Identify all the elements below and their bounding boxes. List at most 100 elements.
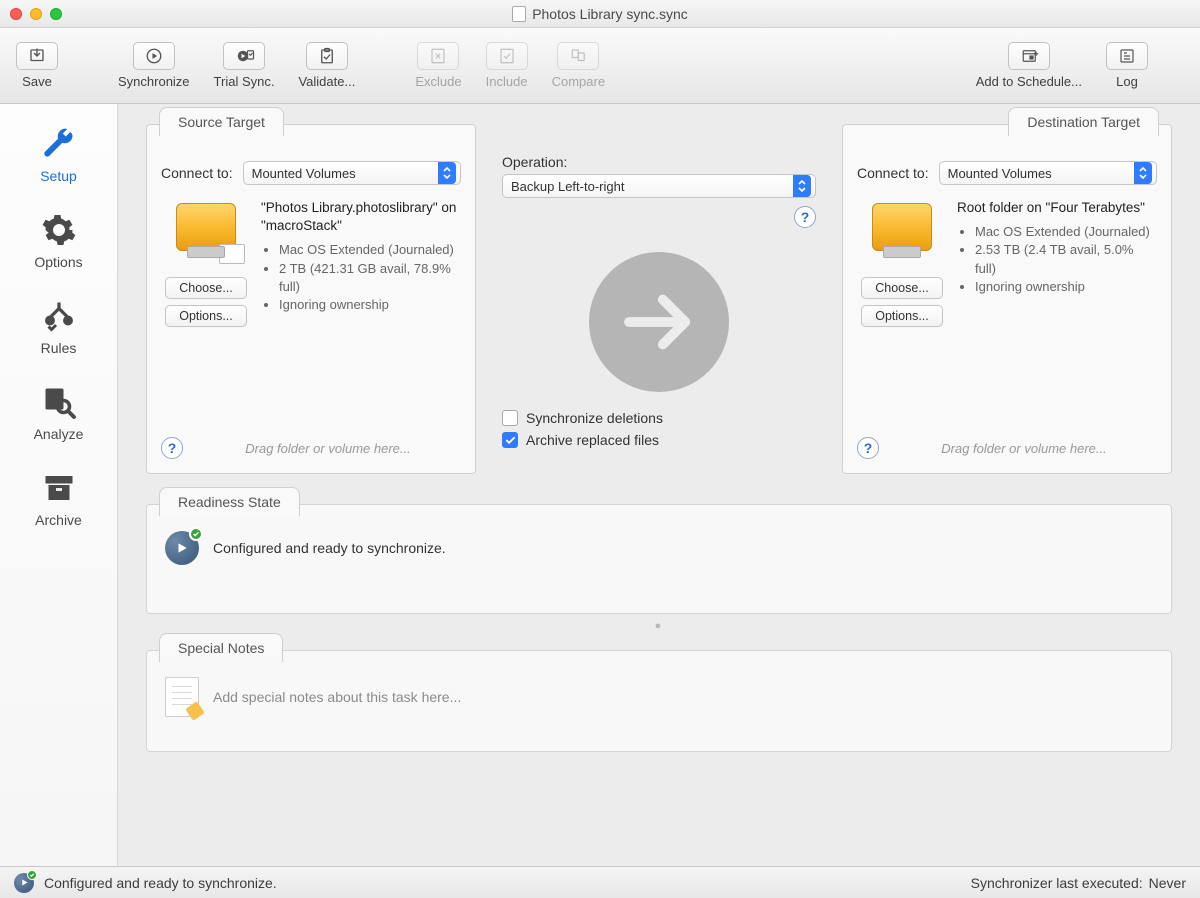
photoslibrary-badge-icon [219, 244, 245, 264]
sync-deletions-checkbox[interactable]: Synchronize deletions [502, 410, 816, 426]
sidebar-item-rules[interactable]: Rules [0, 284, 117, 370]
toolbar-trial-sync[interactable]: Trial Sync. [214, 42, 275, 89]
readiness-text: Configured and ready to synchronize. [213, 540, 446, 556]
window-title: Photos Library sync.sync [0, 6, 1200, 22]
toolbar-log[interactable]: Log [1106, 42, 1148, 89]
checkbox-unchecked-icon [502, 410, 518, 426]
destination-tab-label: Destination Target [1008, 107, 1159, 136]
notes-placeholder[interactable]: Add special notes about this task here..… [213, 689, 461, 705]
operation-value: Backup Left-to-right [511, 179, 624, 194]
toolbar-include: Include [486, 42, 528, 89]
destination-help-button[interactable]: ? [857, 437, 879, 459]
source-target-panel: Source Target Connect to: Mounted Volume… [146, 124, 476, 474]
checkmark-badge-icon [189, 527, 203, 541]
gear-icon [41, 212, 77, 248]
toolbar-validate[interactable]: Validate... [298, 42, 355, 89]
minimize-window-button[interactable] [30, 8, 42, 20]
document-proxy-icon [512, 6, 526, 22]
status-bar: Configured and ready to synchronize. Syn… [0, 866, 1200, 898]
play-icon [145, 47, 163, 65]
source-size: 2 TB (421.31 GB avail, 78.9% full) [279, 260, 461, 296]
source-options-button[interactable]: Options... [165, 305, 247, 327]
toolbar-trial-label: Trial Sync. [214, 74, 275, 89]
destination-ownership: Ignoring ownership [975, 278, 1157, 296]
special-notes-section: Special Notes Add special notes about th… [146, 650, 1172, 752]
status-text: Configured and ready to synchronize. [44, 875, 277, 891]
status-last-value: Never [1149, 875, 1186, 891]
log-icon [1118, 47, 1136, 65]
toolbar-exclude: Exclude [415, 42, 461, 89]
checkmark-badge-icon [27, 870, 37, 880]
destination-drive-icon [872, 203, 932, 251]
source-drive-icon [176, 203, 236, 251]
operation-column: Operation: Backup Left-to-right ? [496, 124, 822, 474]
select-chevrons-icon [438, 162, 456, 184]
toolbar-add-schedule[interactable]: Add to Schedule... [976, 42, 1082, 89]
source-title: "Photos Library.photoslibrary" on "macro… [261, 199, 461, 235]
include-icon [498, 47, 516, 65]
direction-arrow-icon [589, 252, 729, 392]
destination-title: Root folder on "Four Terabytes" [957, 199, 1157, 217]
window-controls [10, 8, 62, 20]
toolbar-log-label: Log [1116, 74, 1138, 89]
destination-connect-select[interactable]: Mounted Volumes [939, 161, 1157, 185]
wrench-icon [41, 126, 77, 162]
sidebar-item-analyze[interactable]: Analyze [0, 370, 117, 456]
operation-help-button[interactable]: ? [794, 206, 816, 228]
sidebar-item-setup[interactable]: Setup [0, 112, 117, 198]
destination-choose-button[interactable]: Choose... [861, 277, 943, 299]
sidebar-archive-label: Archive [35, 512, 82, 528]
destination-target-panel: Destination Target Connect to: Mounted V… [842, 124, 1172, 474]
source-choose-button[interactable]: Choose... [165, 277, 247, 299]
archive-replaced-checkbox[interactable]: Archive replaced files [502, 432, 816, 448]
panel-resize-handle[interactable]: ● [146, 620, 1172, 632]
status-last-label: Synchronizer last executed: [971, 875, 1143, 891]
source-fs: Mac OS Extended (Journaled) [279, 241, 461, 259]
toolbar-synchronize-label: Synchronize [118, 74, 190, 89]
sidebar-analyze-label: Analyze [34, 426, 84, 442]
readiness-section: Readiness State Configured and ready to … [146, 504, 1172, 614]
toolbar-synchronize[interactable]: Synchronize [118, 42, 190, 89]
close-window-button[interactable] [10, 8, 22, 20]
sidebar: Setup Options Rules Analyze Archive [0, 104, 118, 866]
rules-icon [41, 298, 77, 334]
notes-icon [165, 677, 199, 717]
toolbar-save-label: Save [22, 74, 52, 89]
operation-select[interactable]: Backup Left-to-right [502, 174, 816, 198]
readiness-tab-label: Readiness State [159, 487, 300, 516]
source-connect-select[interactable]: Mounted Volumes [243, 161, 461, 185]
compare-icon [569, 47, 587, 65]
toolbar-save[interactable]: Save [16, 42, 58, 89]
operation-label: Operation: [502, 154, 816, 170]
source-ownership: Ignoring ownership [279, 296, 461, 314]
destination-options-button[interactable]: Options... [861, 305, 943, 327]
source-help-button[interactable]: ? [161, 437, 183, 459]
sidebar-item-options[interactable]: Options [0, 198, 117, 284]
destination-connect-label: Connect to: [857, 165, 929, 181]
toolbar-include-label: Include [486, 74, 528, 89]
source-drag-hint: Drag folder or volume here... [195, 441, 461, 456]
schedule-icon [1020, 47, 1038, 65]
zoom-window-button[interactable] [50, 8, 62, 20]
validate-icon [318, 47, 336, 65]
select-chevrons-icon [1134, 162, 1152, 184]
sidebar-item-archive[interactable]: Archive [0, 456, 117, 542]
source-connect-value: Mounted Volumes [252, 166, 356, 181]
titlebar: Photos Library sync.sync [0, 0, 1200, 28]
toolbar-schedule-label: Add to Schedule... [976, 74, 1082, 89]
destination-drag-hint: Drag folder or volume here... [891, 441, 1157, 456]
content-area: Source Target Connect to: Mounted Volume… [118, 104, 1200, 866]
readiness-status-icon [165, 531, 199, 565]
status-icon [14, 873, 34, 893]
select-chevrons-icon [793, 175, 811, 197]
toolbar-exclude-label: Exclude [415, 74, 461, 89]
notes-tab-label: Special Notes [159, 633, 283, 662]
source-tab-label: Source Target [159, 107, 284, 136]
source-connect-label: Connect to: [161, 165, 233, 181]
sync-deletions-label: Synchronize deletions [526, 410, 663, 426]
window-title-text: Photos Library sync.sync [532, 6, 688, 22]
destination-connect-value: Mounted Volumes [948, 166, 1052, 181]
destination-size: 2.53 TB (2.4 TB avail, 5.0% full) [975, 241, 1157, 277]
sidebar-setup-label: Setup [40, 168, 77, 184]
analyze-icon [41, 384, 77, 420]
